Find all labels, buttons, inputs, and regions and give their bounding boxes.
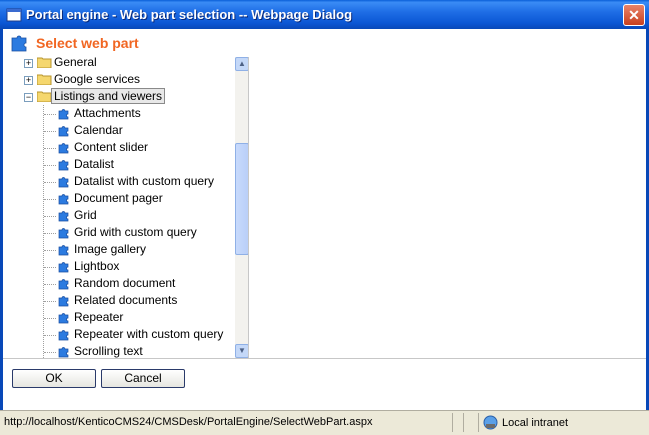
tree-scrollbar[interactable]: ▲ ▼ <box>235 57 248 358</box>
tree-item[interactable]: Grid with custom query <box>3 224 235 241</box>
tree-item-label: Attachments <box>74 106 141 120</box>
tree-connector <box>44 301 56 302</box>
close-button[interactable]: ✕ <box>623 4 645 26</box>
web-part-icon <box>58 296 69 307</box>
tree-item[interactable]: Calendar <box>3 122 235 139</box>
tree-item-label: Image gallery <box>74 242 147 256</box>
tree-connector <box>44 165 56 166</box>
scroll-down-button[interactable]: ▼ <box>235 344 248 358</box>
tree-item-label: Scrolling text <box>74 344 143 358</box>
tree-connector <box>44 199 56 200</box>
status-divider <box>452 413 453 432</box>
expand-icon[interactable]: + <box>24 59 33 68</box>
web-part-preview <box>249 57 646 358</box>
tree-category-label: General <box>54 57 97 69</box>
tree-item[interactable]: Grid <box>3 207 235 224</box>
tree-connector <box>44 148 56 149</box>
web-part-icon <box>58 194 69 205</box>
security-zone-label: Local intranet <box>502 417 569 429</box>
tree-item[interactable]: Repeater <box>3 309 235 326</box>
tree-item[interactable]: Content slider <box>3 139 235 156</box>
cancel-button[interactable]: Cancel <box>101 369 185 388</box>
tree-item-label: Random document <box>74 276 176 290</box>
tree-item-label: Datalist with custom query <box>74 174 215 188</box>
tree-item[interactable]: Lightbox <box>3 258 235 275</box>
button-bar: OK Cancel <box>3 358 646 409</box>
title-bar: Portal engine - Web part selection -- We… <box>0 0 649 29</box>
web-part-icon <box>11 35 27 52</box>
tree-item[interactable]: Document pager <box>3 190 235 207</box>
tree-connector <box>44 114 56 115</box>
tree-item[interactable]: Random document <box>3 275 235 292</box>
tree-item[interactable]: Attachments <box>3 105 235 122</box>
status-divider <box>463 413 464 432</box>
tree-connector <box>44 284 56 285</box>
status-bar: http://localhost/KenticoCMS24/CMSDesk/Po… <box>0 410 649 435</box>
tree-category-label: Google services <box>54 72 141 86</box>
tree-item[interactable]: Image gallery <box>3 241 235 258</box>
web-part-icon <box>58 330 69 341</box>
collapse-icon[interactable]: − <box>24 93 33 102</box>
chevron-down-icon: ▼ <box>238 346 246 355</box>
close-icon: ✕ <box>628 7 640 23</box>
chevron-up-icon: ▲ <box>238 59 246 68</box>
security-zone: Local intranet <box>478 413 647 432</box>
web-part-icon <box>58 262 69 273</box>
tree-item-label: Lightbox <box>74 259 120 273</box>
web-part-icon <box>58 177 69 188</box>
expand-icon[interactable]: + <box>24 76 33 85</box>
tree-item-label: Content slider <box>74 140 149 154</box>
tree-connector <box>44 335 56 336</box>
web-part-icon <box>58 313 69 324</box>
tree-category-google-services[interactable]: + Google services <box>3 71 235 88</box>
tree-connector <box>44 250 56 251</box>
folder-icon <box>37 74 52 85</box>
status-url: http://localhost/KenticoCMS24/CMSDesk/Po… <box>4 416 373 428</box>
folder-icon <box>37 57 52 68</box>
page-title: Select web part <box>36 35 139 51</box>
scroll-up-button[interactable]: ▲ <box>235 57 248 71</box>
tree-connector <box>44 233 56 234</box>
tree-category-listings-and-viewers[interactable]: − Listings and viewers <box>3 88 235 105</box>
tree-connector <box>44 267 56 268</box>
open-folder-icon <box>37 91 52 102</box>
web-part-icon <box>58 109 69 120</box>
tree-item-label: Related documents <box>74 293 178 307</box>
tree-item[interactable]: Repeater with custom query <box>3 326 235 343</box>
tree-item[interactable]: Scrolling text <box>3 343 235 358</box>
tree-connector <box>44 182 56 183</box>
web-part-icon <box>58 126 69 137</box>
tree-item-label: Repeater with custom query <box>74 327 224 341</box>
tree-connector <box>44 318 56 319</box>
web-part-icon <box>58 143 69 154</box>
tree-item-label: Calendar <box>74 123 123 137</box>
tree-item-label: Document pager <box>74 191 163 205</box>
web-part-icon <box>58 228 69 239</box>
web-part-tree[interactable]: + General + Google services − Listings a… <box>3 57 249 358</box>
ok-button[interactable]: OK <box>12 369 96 388</box>
tree-item[interactable]: Datalist <box>3 156 235 173</box>
web-part-icon <box>58 279 69 290</box>
tree-connector <box>44 352 56 353</box>
app-icon <box>6 8 22 22</box>
web-part-icon <box>58 211 69 222</box>
tree-item[interactable]: Related documents <box>3 292 235 309</box>
web-part-icon <box>58 160 69 171</box>
tree-connector <box>44 216 56 217</box>
tree-connector <box>44 131 56 132</box>
tree-category-general[interactable]: + General <box>3 57 235 71</box>
web-part-icon <box>58 347 69 358</box>
tree-item-label: Repeater <box>74 310 124 324</box>
web-part-icon <box>58 245 69 256</box>
window-title: Portal engine - Web part selection -- We… <box>26 7 353 22</box>
tree-item-label: Grid <box>74 208 97 222</box>
dialog-header: Select web part <box>3 29 646 58</box>
tree-item-label: Grid with custom query <box>74 225 197 239</box>
tree-category-label: Listings and viewers <box>51 88 166 104</box>
tree-item-label: Datalist <box>74 157 115 171</box>
tree-item[interactable]: Datalist with custom query <box>3 173 235 190</box>
intranet-zone-icon <box>483 415 498 430</box>
scroll-thumb[interactable] <box>235 143 248 255</box>
